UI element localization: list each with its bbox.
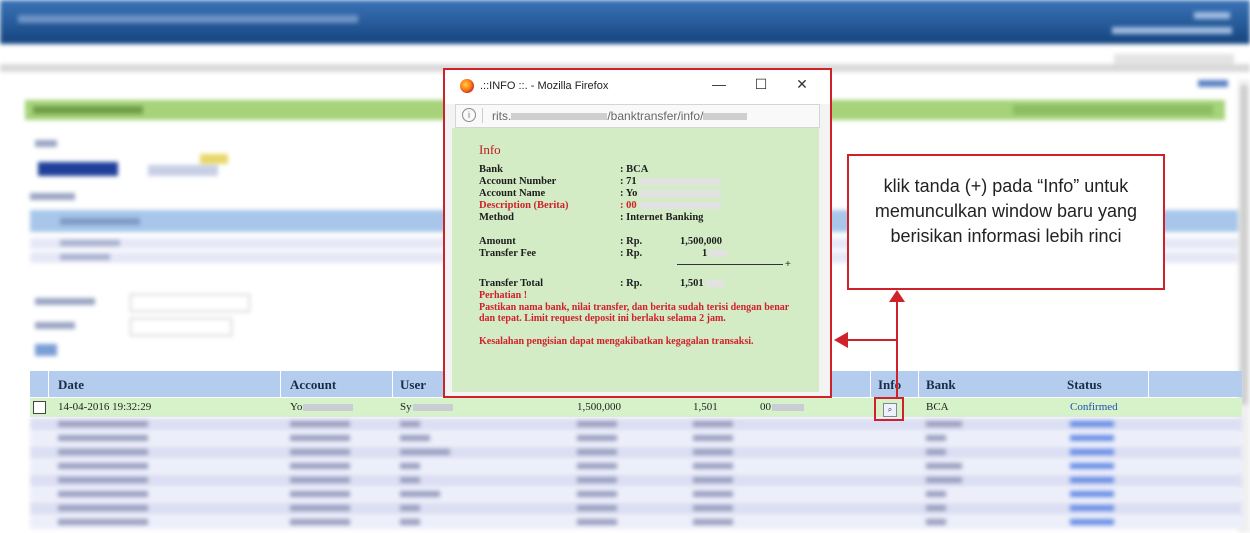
info-content: Info Bank : BCA Account Number : 71 Acco… <box>452 128 819 392</box>
col-date[interactable]: Date <box>58 377 84 393</box>
sum-line <box>677 264 783 265</box>
cell-desc: 00 <box>760 401 804 413</box>
label-account-name: Account Name <box>479 188 546 199</box>
value-method: : Internet Banking <box>620 212 704 223</box>
blurred-table-rows <box>30 418 1242 533</box>
close-button[interactable]: ✕ <box>790 76 814 93</box>
col-bank[interactable]: Bank <box>926 377 956 393</box>
info-heading: Info <box>479 142 501 157</box>
maximize-button[interactable]: ☐ <box>749 76 773 93</box>
cell-amount: 1,500,000 <box>577 401 621 413</box>
window-titlebar[interactable]: .::INFO ::. - Mozilla Firefox — ☐ ✕ <box>445 70 830 104</box>
value-description: : 00 <box>620 200 721 211</box>
col-account[interactable]: Account <box>290 377 336 393</box>
cell-user: Sy <box>400 401 453 413</box>
label-method: Method <box>479 212 514 223</box>
arrow-line-horizontal <box>848 339 896 341</box>
value-bank: : BCA <box>620 164 649 175</box>
table-row[interactable]: 14-04-2016 19:32:29 Yo Sy 1,500,000 1,50… <box>30 398 1242 417</box>
callout-text: klik tanda (+) pada “Info” untuk memuncu… <box>874 176 1138 246</box>
minimize-button[interactable]: — <box>707 76 731 92</box>
cell-bank: BCA <box>926 401 949 413</box>
magnifier-icon[interactable]: ⌕ <box>883 403 897 417</box>
notice-line-1: Pastikan nama bank, nilai transfer, dan … <box>479 302 790 324</box>
value-account-number: : 71 <box>620 176 721 187</box>
notice-title: Perhatian ! <box>479 290 528 301</box>
site-info-icon[interactable]: i <box>462 108 476 122</box>
url-text: rits./banktransfer/info/ <box>492 109 748 123</box>
value-fee: 1 <box>702 248 728 259</box>
label-amount: Amount <box>479 236 516 247</box>
row-checkbox[interactable] <box>33 401 46 414</box>
value-fee-currency: : Rp. <box>620 248 643 259</box>
info-button-highlight: ⌕ <box>874 397 904 421</box>
window-title: .::INFO ::. - Mozilla Firefox <box>480 80 609 92</box>
col-status[interactable]: Status <box>1067 377 1102 393</box>
label-transfer-total: Transfer Total <box>479 278 544 289</box>
value-total: 1,501 <box>680 278 724 289</box>
firefox-icon <box>460 79 474 93</box>
arrow-head-up <box>889 290 905 302</box>
label-description: Description (Berita) <box>479 200 569 211</box>
plus-sign: + <box>785 259 791 270</box>
top-nav-bar <box>0 0 1250 44</box>
arrow-head-left <box>834 332 848 348</box>
label-transfer-fee: Transfer Fee <box>479 248 537 259</box>
cell-date: 14-04-2016 19:32:29 <box>58 401 152 413</box>
arrow-line-vertical <box>896 300 898 397</box>
cell-account: Yo <box>290 401 354 413</box>
label-account-number: Account Number <box>479 176 557 187</box>
cell-status: Confirmed <box>1070 401 1118 413</box>
value-total-currency: : Rp. <box>620 278 643 289</box>
value-amount-currency: : Rp. <box>620 236 643 247</box>
info-popup-window: .::INFO ::. - Mozilla Firefox — ☐ ✕ i ri… <box>443 68 832 398</box>
annotation-callout: klik tanda (+) pada “Info” untuk memuncu… <box>847 154 1165 290</box>
value-amount: 1,500,000 <box>680 236 722 247</box>
label-bank: Bank <box>479 164 503 175</box>
value-account-name: : Yo <box>620 188 722 199</box>
col-user[interactable]: User <box>400 377 426 393</box>
cell-total: 1,501 <box>693 401 718 413</box>
notice-line-2: Kesalahan pengisian dapat mengakibatkan … <box>479 336 754 347</box>
url-bar[interactable]: i rits./banktransfer/info/ <box>455 104 820 128</box>
